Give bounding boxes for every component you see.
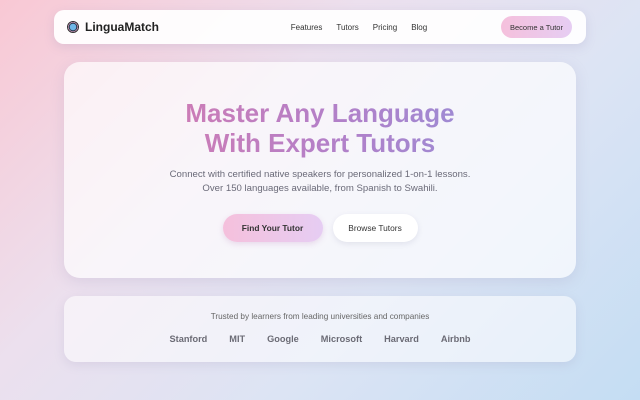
hero-subtitle: Connect with certified native speakers f… (169, 169, 471, 194)
hero-title-line-2: With Expert Tutors (204, 128, 436, 158)
brand[interactable]: LinguaMatch (67, 20, 159, 34)
hero-title-line-1: Master Any Language (185, 98, 455, 128)
find-tutor-button[interactable]: Find Your Tutor (222, 214, 323, 242)
hero-card: Master Any Language With Expert Tutors C… (64, 62, 576, 278)
browse-tutors-button[interactable]: Browse Tutors (332, 214, 418, 242)
partner-logo-stanford: Stanford (169, 334, 208, 344)
nav-links: Features Tutors Pricing Blog (291, 23, 427, 32)
hero-actions: Find Your Tutor Browse Tutors (64, 214, 576, 242)
hero-title: Master Any Language With Expert Tutors (64, 98, 576, 158)
become-tutor-button[interactable]: Become a Tutor (500, 16, 572, 38)
nav-link-tutors[interactable]: Tutors (336, 23, 358, 32)
partner-logo-mit: MIT (229, 334, 246, 344)
navbar: LinguaMatch Features Tutors Pricing Blog… (54, 10, 586, 44)
brand-name: LinguaMatch (85, 20, 159, 34)
partner-logo-microsoft: Microsoft (320, 334, 363, 344)
partner-logos: Stanford MIT Google Microsoft Harvard Ai… (64, 334, 576, 344)
trust-tagline: Trusted by learners from leading univers… (210, 312, 430, 321)
nav-link-blog[interactable]: Blog (411, 23, 427, 32)
nav-link-pricing[interactable]: Pricing (373, 23, 397, 32)
partner-logo-google: Google (267, 334, 299, 344)
logo-icon (67, 21, 79, 33)
nav-link-features[interactable]: Features (291, 23, 323, 32)
trust-card: Trusted by learners from leading univers… (64, 296, 576, 362)
partner-logo-harvard: Harvard (384, 334, 419, 344)
partner-logo-airbnb: Airbnb (440, 334, 471, 344)
